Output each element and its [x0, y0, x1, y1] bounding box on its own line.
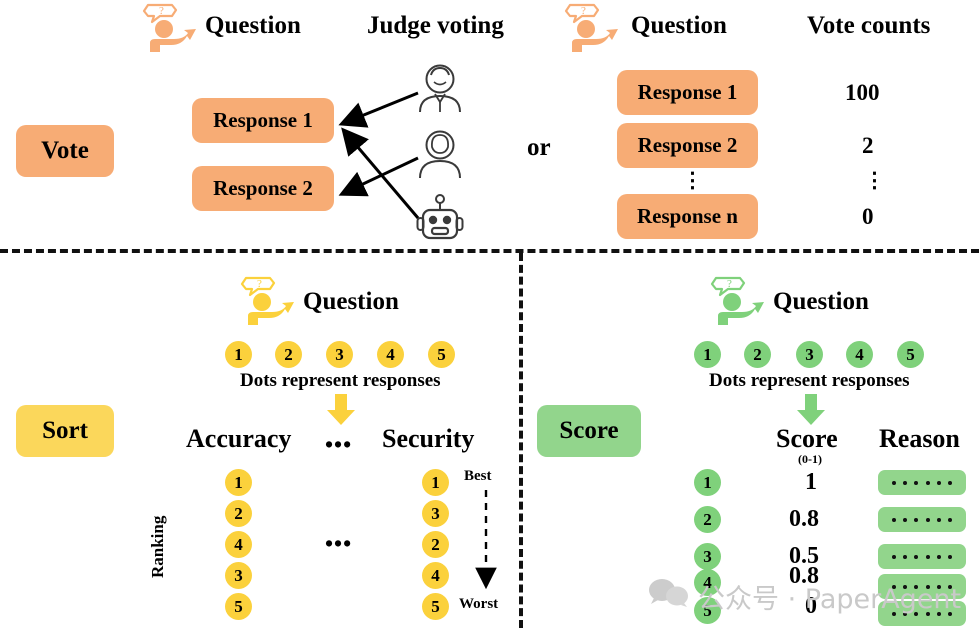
- security-rank-1: 1: [422, 469, 449, 496]
- response-box-1-vote-right: Response 1: [617, 70, 758, 115]
- accuracy-rank-4: 3: [225, 562, 252, 589]
- vote-count-vertical-ellipsis: ⋮: [864, 168, 885, 192]
- sort-dots-caption: Dots represent responses: [240, 370, 441, 391]
- score-row-5-value: 0: [805, 593, 817, 619]
- category-pill-sort: Sort: [16, 405, 114, 457]
- question-person-icon-score: ?: [706, 275, 768, 327]
- sort-response-dot-1: 1: [225, 341, 252, 368]
- svg-text:?: ?: [159, 5, 164, 17]
- sort-response-dot-3: 3: [326, 341, 353, 368]
- svg-text:?: ?: [727, 278, 732, 290]
- score-row-4-reason-bar: [878, 574, 966, 599]
- score-response-dot-3: 3: [796, 341, 823, 368]
- score-row-4-value: 0.8: [789, 563, 819, 589]
- accuracy-rank-3: 4: [225, 531, 252, 558]
- sort-column-header-accuracy: Accuracy: [186, 424, 292, 453]
- figure-canvas: ? Question Judge voting Vote Response 1 …: [0, 0, 979, 628]
- security-rank-2: 3: [422, 500, 449, 527]
- score-row-5-response: 5: [694, 597, 721, 624]
- sort-down-arrow-icon: [327, 394, 355, 425]
- reason-column-header: Reason: [879, 424, 960, 453]
- accuracy-rank-5: 5: [225, 593, 252, 620]
- score-row-3-reason-bar: [878, 544, 966, 569]
- question-label-sort: Question: [303, 288, 399, 315]
- question-label-score: Question: [773, 288, 869, 315]
- score-column-header: Score: [776, 424, 838, 453]
- score-row-2-value: 0.8: [789, 506, 819, 532]
- svg-text:?: ?: [581, 5, 586, 17]
- question-label-vote-left: Question: [205, 12, 301, 39]
- sort-response-dot-5: 5: [428, 341, 455, 368]
- security-rank-5: 5: [422, 593, 449, 620]
- score-row-5-reason-bar: [878, 601, 966, 626]
- score-response-dot-1: 1: [694, 341, 721, 368]
- score-row-2-reason-bar: [878, 507, 966, 532]
- best-to-worst-arrow-icon: [475, 490, 497, 590]
- security-rank-4: 4: [422, 562, 449, 589]
- security-rank-3: 2: [422, 531, 449, 558]
- accuracy-rank-1: 1: [225, 469, 252, 496]
- response-vertical-ellipsis: ⋮: [682, 168, 703, 192]
- score-response-dot-5: 5: [897, 341, 924, 368]
- score-dots-caption: Dots represent responses: [709, 370, 910, 391]
- score-row-1-reason-bar: [878, 470, 966, 495]
- score-row-3-response: 3: [694, 543, 721, 570]
- horizontal-divider: [0, 249, 979, 253]
- sort-column-ellipsis-top: •••: [325, 432, 353, 457]
- vertical-divider: [519, 253, 523, 628]
- vote-count-n: 0: [862, 204, 874, 229]
- sort-response-dot-4: 4: [377, 341, 404, 368]
- score-response-dot-2: 2: [744, 341, 771, 368]
- question-person-icon-vote-left: ?: [138, 2, 200, 54]
- or-connector: or: [527, 134, 551, 161]
- question-person-icon-sort: ?: [236, 275, 298, 327]
- sort-column-header-security: Security: [382, 424, 475, 453]
- response-box-2-vote-right: Response 2: [617, 123, 758, 168]
- vote-counts-label: Vote counts: [807, 12, 931, 39]
- accuracy-rank-2: 2: [225, 500, 252, 527]
- scale-best-label: Best: [464, 468, 492, 484]
- svg-text:?: ?: [257, 278, 262, 290]
- category-pill-score: Score: [537, 405, 641, 457]
- sort-response-dot-2: 2: [275, 341, 302, 368]
- wechat-logo-icon: [649, 579, 688, 607]
- score-response-dot-4: 4: [846, 341, 873, 368]
- score-row-1-value: 1: [805, 469, 817, 495]
- score-row-1-response: 1: [694, 469, 721, 496]
- response-box-n-vote-right: Response n: [617, 194, 758, 239]
- score-row-4-response: 4: [694, 569, 721, 596]
- score-down-arrow-icon: [797, 394, 825, 425]
- score-row-2-response: 2: [694, 506, 721, 533]
- question-label-vote-right: Question: [631, 12, 727, 39]
- sort-column-ellipsis-mid: •••: [325, 531, 353, 556]
- response-box-2-vote-left: Response 2: [192, 166, 334, 211]
- score-range-label: (0-1): [798, 452, 822, 466]
- vote-count-2: 2: [862, 133, 874, 158]
- question-person-icon-vote-right: ?: [560, 2, 622, 54]
- category-pill-vote: Vote: [16, 125, 114, 177]
- ranking-axis-label: Ranking: [148, 515, 167, 578]
- vote-count-1: 100: [845, 80, 880, 105]
- response-box-1-vote-left: Response 1: [192, 98, 334, 143]
- judge-voting-label: Judge voting: [367, 12, 504, 39]
- scale-worst-label: Worst: [459, 596, 499, 612]
- judge-vote-arrows: [338, 91, 420, 219]
